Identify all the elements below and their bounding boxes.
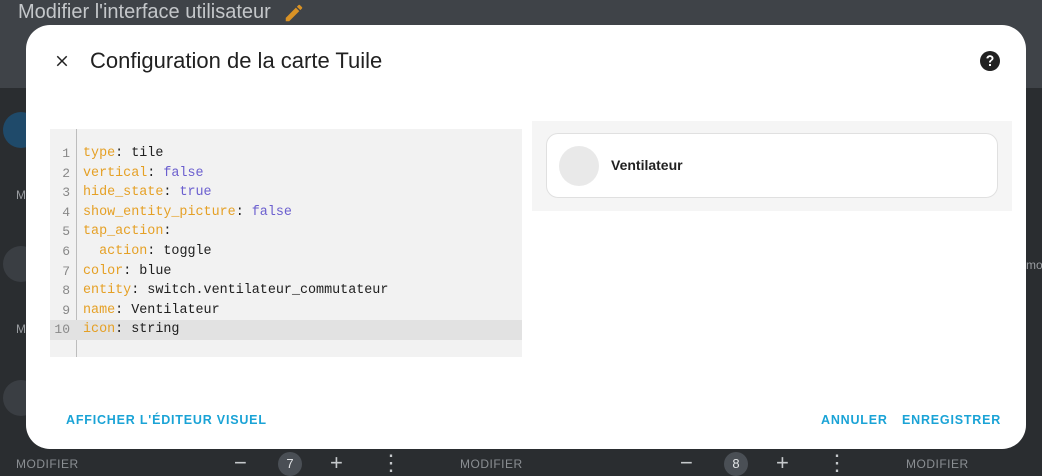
code-text: show_entity_picture: false [83, 203, 292, 223]
card-preview: Ventilateur [532, 121, 1012, 211]
code-text: type: tile [83, 144, 163, 164]
count-badge: 7 [278, 452, 302, 476]
save-button[interactable]: ENREGISTRER [902, 413, 1001, 427]
code-line[interactable]: 3 hide_state: true [50, 183, 522, 203]
tile-card[interactable]: Ventilateur [546, 133, 998, 198]
code-text: entity: switch.ventilateur_commutateur [83, 281, 388, 301]
yaml-separator: : [163, 185, 180, 201]
yaml-separator: : [147, 244, 164, 259]
line-number: 8 [62, 283, 70, 299]
yaml-key: show_entity_picture [83, 204, 236, 220]
yaml-separator: : [115, 302, 132, 318]
help-icon[interactable] [978, 49, 1002, 73]
yaml-value: tile [131, 146, 164, 161]
tile-name: Ventilateur [611, 157, 683, 173]
yaml-separator: : [115, 322, 132, 338]
code-text: tap_action: [83, 222, 171, 242]
code-line[interactable]: 10 icon: string [50, 320, 522, 340]
background-label: M [16, 322, 26, 336]
card-config-dialog: Configuration de la carte Tuile 1 type: t… [26, 25, 1026, 449]
background-title: Modifier l'interface utilisateur [18, 1, 305, 24]
yaml-key: icon [83, 322, 116, 338]
yaml-value: false [251, 204, 292, 220]
code-text: name: Ventilateur [83, 301, 220, 321]
yaml-separator: : [131, 283, 148, 299]
yaml-key: name [83, 302, 116, 318]
yaml-key: action [99, 244, 148, 259]
background-edit-label[interactable]: MODIFIER [906, 457, 969, 471]
yaml-key: tap_action [83, 224, 164, 240]
code-text: action: toggle [83, 242, 212, 262]
background-label: M [16, 188, 26, 202]
yaml-value: Ventilateur [131, 302, 220, 318]
code-text: vertical: false [83, 164, 204, 184]
code-text: hide_state: true [83, 183, 212, 203]
code-line[interactable]: 8 entity: switch.ventilateur_commutateur [50, 281, 522, 301]
yaml-value: string [131, 322, 180, 338]
line-number: 2 [62, 165, 70, 181]
yaml-value: toggle [163, 244, 212, 259]
code-line[interactable]: 1 type: tile [50, 144, 522, 164]
line-number: 9 [62, 302, 70, 318]
line-number: 3 [62, 185, 70, 201]
count-badge: 8 [724, 452, 748, 476]
code-text: icon: string [83, 320, 179, 340]
cancel-button[interactable]: ANNULER [821, 413, 888, 427]
code-text: color: blue [83, 262, 171, 282]
yaml-key: hide_state [83, 185, 164, 201]
tile-icon [559, 146, 599, 186]
yaml-value: false [163, 165, 204, 181]
line-number: 7 [62, 263, 70, 279]
yaml-key: type [83, 146, 116, 161]
yaml-key: entity [83, 283, 132, 299]
yaml-value: true [179, 185, 212, 201]
line-number: 10 [54, 322, 70, 338]
code-line[interactable]: 2 vertical: false [50, 164, 522, 184]
line-number: 6 [62, 244, 70, 259]
code-line[interactable]: 6 action: toggle [50, 242, 522, 262]
yaml-separator: : [115, 146, 132, 161]
line-number: 4 [62, 204, 70, 220]
code-line[interactable]: 7 color: blue [50, 262, 522, 282]
yaml-separator: : [123, 263, 140, 279]
pencil-icon[interactable] [283, 2, 305, 24]
yaml-value: switch.ventilateur_commutateur [147, 283, 389, 299]
background-edit-label[interactable]: MODIFIER [16, 457, 79, 471]
code-line[interactable]: 9 name: Ventilateur [50, 301, 522, 321]
yaml-separator: : [163, 224, 172, 240]
yaml-separator: : [147, 165, 164, 181]
yaml-key: vertical [83, 165, 148, 181]
dialog-title: Configuration de la carte Tuile [90, 48, 383, 73]
line-number: 5 [62, 224, 70, 240]
code-line[interactable]: 4 show_entity_picture: false [50, 203, 522, 223]
close-icon[interactable] [53, 52, 71, 70]
yaml-code-editor[interactable]: 1 type: tile 2 vertical: false 3 hide_state: … [50, 129, 522, 357]
background-edit-label[interactable]: MODIFIER [460, 457, 523, 471]
code-line[interactable]: 5 tap_action: [50, 222, 522, 242]
background-label: mo [1026, 258, 1042, 272]
yaml-separator: : [235, 204, 252, 220]
yaml-key: color [83, 263, 124, 279]
close-button[interactable] [48, 47, 76, 75]
yaml-value: blue [139, 263, 172, 279]
line-number: 1 [62, 146, 70, 161]
show-visual-editor-button[interactable]: AFFICHER L'ÉDITEUR VISUEL [66, 413, 267, 427]
